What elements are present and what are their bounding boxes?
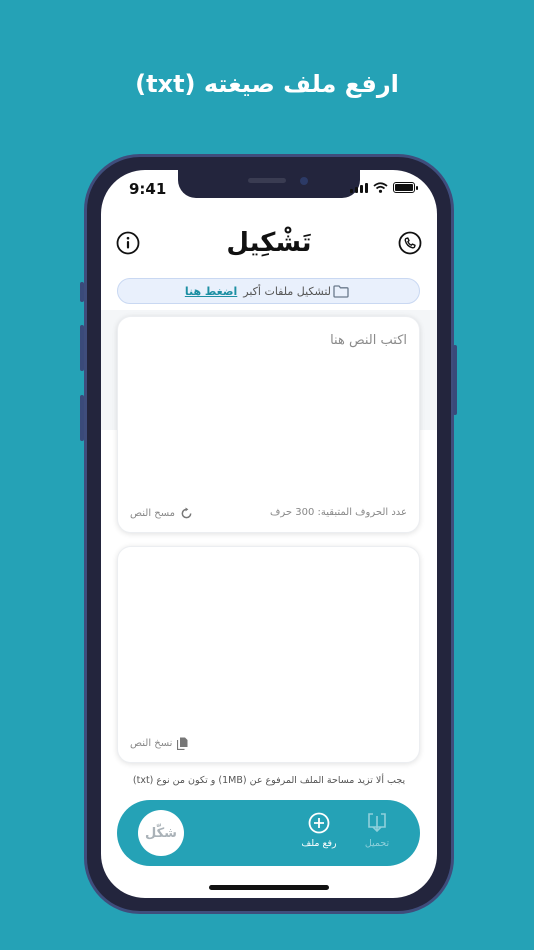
side-button-volume-up bbox=[80, 325, 84, 371]
output-card: نسخ النص bbox=[117, 546, 420, 763]
download-icon bbox=[368, 813, 386, 833]
battery-icon bbox=[393, 182, 418, 193]
bottom-bar: شكّل رفع ملف تحميل bbox=[117, 800, 420, 866]
shakkil-button[interactable]: شكّل bbox=[138, 810, 184, 856]
upload-file-button[interactable]: رفع ملف bbox=[297, 812, 341, 849]
banner-link[interactable]: اضغط هنا bbox=[185, 285, 237, 298]
copy-text-label: نسخ النص bbox=[130, 738, 173, 749]
side-button-mute bbox=[80, 282, 84, 302]
wifi-icon bbox=[373, 182, 388, 193]
call-button[interactable] bbox=[398, 231, 422, 255]
copy-text-button[interactable]: نسخ النص bbox=[130, 737, 188, 750]
file-size-note: يجب ألا تزيد مساحة الملف المرفوع عن (1MB… bbox=[132, 775, 406, 786]
home-indicator bbox=[209, 885, 329, 890]
side-button-power bbox=[453, 345, 457, 415]
clear-text-button[interactable]: مسح النص bbox=[130, 507, 193, 520]
folder-icon bbox=[333, 285, 349, 298]
notch bbox=[178, 170, 360, 198]
refresh-icon bbox=[181, 507, 192, 519]
app-logo: تَشْكِيل bbox=[226, 228, 312, 258]
large-files-banner[interactable]: لتشكيل ملفات أكبر اضغط هنا bbox=[117, 278, 420, 304]
status-icons bbox=[350, 182, 418, 193]
phone-screen: 9:41 تَشْكِيل لتشكيل ملفات أكبر اضغط هنا bbox=[101, 170, 437, 898]
input-card[interactable]: اكتب النص هنا عدد الحروف المتبقية: 300 ح… bbox=[117, 316, 420, 533]
headline: ارفع ملف صيغته (txt) bbox=[135, 70, 399, 98]
phone-icon bbox=[398, 231, 422, 255]
side-button-volume-down bbox=[80, 395, 84, 441]
plus-circle-icon bbox=[308, 812, 330, 834]
signal-icon bbox=[350, 183, 368, 193]
status-time: 9:41 bbox=[129, 180, 167, 198]
speaker bbox=[248, 178, 286, 183]
upload-file-label: رفع ملف bbox=[301, 838, 337, 849]
download-button[interactable]: تحميل bbox=[355, 812, 399, 849]
copy-icon bbox=[177, 737, 188, 750]
download-label: تحميل bbox=[364, 838, 390, 849]
banner-text: لتشكيل ملفات أكبر bbox=[243, 284, 331, 298]
clear-text-label: مسح النص bbox=[130, 508, 176, 519]
text-input-placeholder[interactable]: اكتب النص هنا bbox=[330, 333, 407, 348]
front-camera bbox=[300, 177, 308, 185]
remaining-chars: عدد الحروف المتبقية: 300 حرف bbox=[270, 507, 407, 518]
